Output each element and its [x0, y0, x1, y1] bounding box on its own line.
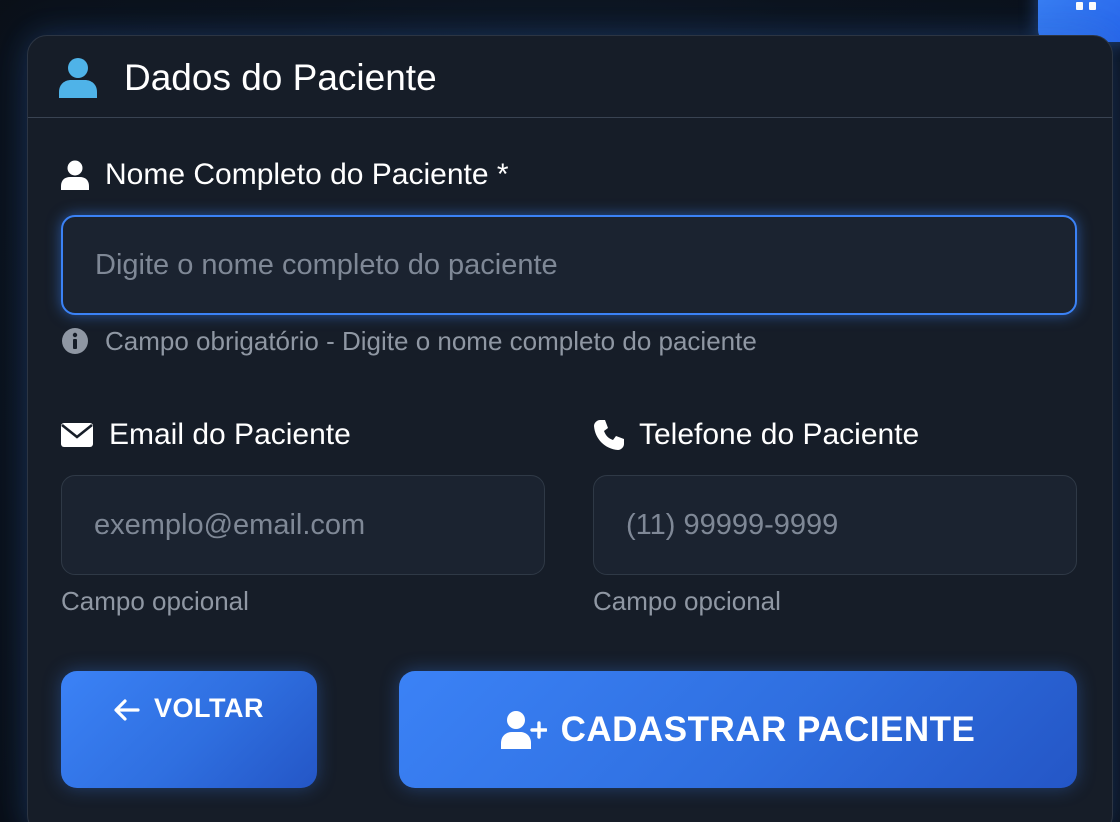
phone-icon [594, 420, 624, 450]
patient-form-card: Dados do Paciente Nome Completo do Pacie… [27, 35, 1113, 822]
patient-phone-input[interactable] [593, 475, 1077, 575]
patient-name-input[interactable] [61, 215, 1077, 315]
card-title: Dados do Paciente [124, 57, 437, 98]
info-icon [62, 328, 88, 354]
patient-email-input[interactable] [61, 475, 545, 575]
phone-field-label: Telefone do Paciente [593, 417, 919, 453]
envelope-icon [61, 423, 93, 447]
phone-label-text: Telefone do Paciente [639, 418, 920, 451]
user-icon [61, 160, 89, 190]
phone-help-text: Campo opcional [593, 586, 781, 616]
grip-icon [1076, 2, 1096, 10]
register-patient-button[interactable]: CADASTRAR PACIENTE [399, 671, 1077, 788]
name-field-label: Nome Completo do Paciente * [61, 157, 509, 193]
back-button[interactable]: VOLTAR [61, 671, 317, 788]
user-icon [59, 58, 97, 98]
user-plus-icon [500, 710, 547, 749]
email-label-text: Email do Paciente [109, 418, 351, 451]
register-button-label: CADASTRAR PACIENTE [560, 709, 976, 749]
back-button-label: VOLTAR [154, 693, 264, 723]
card-header: Dados do Paciente [28, 36, 1112, 118]
arrow-left-icon [114, 699, 140, 721]
name-label-text: Nome Completo do Paciente * [105, 158, 509, 191]
email-field-label: Email do Paciente [61, 417, 351, 453]
name-help-text: Campo obrigatório - Digite o nome comple… [61, 325, 757, 357]
email-help-text: Campo opcional [61, 586, 249, 616]
name-help-label: Campo obrigatório - Digite o nome comple… [105, 326, 757, 356]
